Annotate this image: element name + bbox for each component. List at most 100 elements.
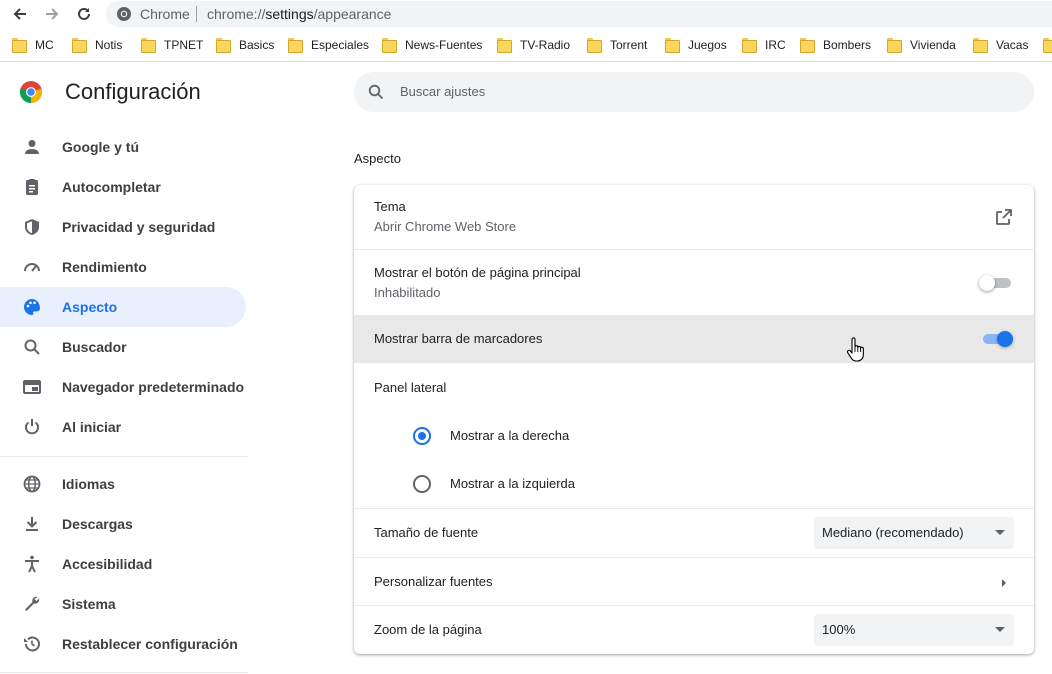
bookmark-label: TPNET bbox=[164, 38, 204, 52]
font-size-title: Tamaño de fuente bbox=[374, 525, 479, 540]
home-button-subtitle: Inhabilitado bbox=[374, 285, 441, 300]
bookmark-folder[interactable]: News-Fuentes bbox=[382, 37, 482, 53]
open-in-new-icon[interactable] bbox=[994, 207, 1014, 227]
accessibility-icon bbox=[25, 555, 39, 573]
bookmark-folder[interactable]: Vivienda bbox=[887, 37, 956, 53]
home-button-row[interactable]: Mostrar el botón de página principal Inh… bbox=[354, 249, 1034, 315]
section-title: Aspecto bbox=[354, 151, 401, 166]
bookmark-label: MC bbox=[35, 38, 54, 52]
bookmarks-bar-toggle[interactable] bbox=[981, 328, 1015, 348]
side-panel-title: Panel lateral bbox=[374, 380, 447, 395]
sidebar-item-downloads[interactable]: Descargas bbox=[0, 504, 246, 544]
page-zoom-row: Zoom de la página 100% bbox=[354, 605, 1034, 654]
reload-icon bbox=[78, 7, 90, 20]
sidebar-item-label: Autocompletar bbox=[62, 179, 161, 195]
bookmark-label: IRC bbox=[765, 38, 786, 52]
forward-button[interactable] bbox=[40, 2, 64, 26]
sidebar-item-label: Buscador bbox=[62, 339, 127, 355]
back-button[interactable] bbox=[8, 2, 32, 26]
dropdown-arrow-icon bbox=[995, 627, 1005, 632]
sidebar-item-label: Al iniciar bbox=[62, 419, 122, 435]
browser-toolbar: Chrome chrome://settings/appearance bbox=[0, 0, 1052, 28]
person-icon bbox=[25, 140, 39, 154]
sidebar-item-languages[interactable]: Idiomas bbox=[0, 464, 246, 504]
search-input-placeholder: Buscar ajustes bbox=[400, 84, 486, 99]
bookmark-folder[interactable]: TPNET bbox=[141, 37, 203, 53]
settings-search[interactable]: Buscar ajustes bbox=[354, 72, 1034, 112]
bookmarks-bar: MC Notis TPNET Basics Especiales News-Fu… bbox=[0, 28, 1052, 62]
folder-icon bbox=[12, 38, 27, 53]
sidebar-item-privacy[interactable]: Privacidad y seguridad bbox=[0, 207, 246, 247]
bookmark-folder[interactable]: Torrent bbox=[587, 37, 647, 53]
bookmark-folder-overflow[interactable] bbox=[1043, 37, 1052, 53]
bookmark-folder[interactable]: TV-Radio bbox=[497, 37, 570, 53]
custom-fonts-title: Personalizar fuentes bbox=[374, 574, 493, 589]
address-bar[interactable]: Chrome chrome://settings/appearance bbox=[106, 1, 1052, 27]
bookmark-label: Bombers bbox=[823, 38, 872, 52]
sidebar-item-label: Accesibilidad bbox=[62, 556, 153, 572]
bookmark-folder[interactable]: Juegos bbox=[665, 37, 727, 53]
sidebar-item-label: Rendimiento bbox=[62, 259, 147, 275]
bookmarks-bar-row[interactable]: Mostrar barra de marcadores bbox=[354, 315, 1034, 363]
bookmark-label: TV-Radio bbox=[520, 38, 571, 52]
radio-right-label[interactable]: Mostrar a la derecha bbox=[450, 428, 569, 443]
palette-icon bbox=[24, 299, 40, 315]
page-zoom-value: 100% bbox=[822, 622, 856, 637]
shield-icon bbox=[25, 219, 39, 235]
bookmark-folder[interactable]: Vacas bbox=[973, 37, 1028, 53]
url-scheme: chrome:// bbox=[207, 6, 266, 22]
bookmark-label: Juegos bbox=[688, 38, 727, 52]
page-zoom-title: Zoom de la página bbox=[374, 622, 482, 637]
bookmark-folder[interactable]: Basics bbox=[216, 37, 274, 53]
custom-fonts-row[interactable]: Personalizar fuentes bbox=[354, 557, 1034, 605]
folder-icon bbox=[742, 38, 757, 53]
sidebar-item-search-engine[interactable]: Buscador bbox=[0, 327, 246, 367]
bookmark-label: Basics bbox=[239, 38, 275, 52]
reload-button[interactable] bbox=[72, 2, 96, 26]
bookmark-folder[interactable]: Especiales bbox=[288, 37, 369, 53]
sidebar-item-google[interactable]: Google y tú bbox=[0, 127, 246, 167]
sidebar-divider bbox=[0, 456, 248, 457]
theme-row[interactable]: Tema Abrir Chrome Web Store bbox=[354, 185, 1034, 249]
wrench-icon bbox=[25, 596, 40, 611]
home-button-title: Mostrar el botón de página principal bbox=[374, 265, 581, 280]
folder-icon bbox=[288, 38, 303, 53]
radio-left-label[interactable]: Mostrar a la izquierda bbox=[450, 476, 575, 491]
sidebar-item-label: Restablecer configuración bbox=[62, 636, 238, 652]
clipboard-icon bbox=[26, 179, 38, 195]
sidebar-item-accessibility[interactable]: Accesibilidad bbox=[0, 544, 246, 584]
bookmark-folder[interactable]: MC bbox=[12, 37, 54, 53]
folder-icon bbox=[587, 38, 602, 53]
folder-icon bbox=[72, 38, 87, 53]
font-size-value: Mediano (recomendado) bbox=[822, 525, 964, 540]
sidebar-item-reset[interactable]: Restablecer configuración bbox=[0, 624, 246, 664]
sidebar-item-appearance[interactable]: Aspecto bbox=[0, 287, 246, 327]
sidebar-item-performance[interactable]: Rendimiento bbox=[0, 247, 246, 287]
sidebar-item-label: Privacidad y seguridad bbox=[62, 219, 216, 235]
hand-cursor-icon bbox=[846, 337, 864, 362]
radio-left[interactable] bbox=[413, 475, 431, 493]
url-path: /appearance bbox=[313, 6, 392, 22]
bookmark-folder[interactable]: Notis bbox=[72, 37, 122, 53]
settings-header: Configuración bbox=[19, 79, 201, 104]
sidebar-item-autofill[interactable]: Autocompletar bbox=[0, 167, 246, 207]
url-text: chrome://settings/appearance bbox=[207, 6, 391, 22]
font-size-select[interactable]: Mediano (recomendado) bbox=[814, 517, 1014, 549]
globe-icon bbox=[23, 475, 41, 493]
bookmark-folder[interactable]: IRC bbox=[742, 37, 786, 53]
sidebar-item-label: Aspecto bbox=[62, 299, 118, 315]
home-button-toggle[interactable] bbox=[979, 272, 1013, 292]
sidebar-item-default-browser[interactable]: Navegador predeterminado bbox=[0, 367, 246, 407]
bookmark-label: Torrent bbox=[610, 38, 648, 52]
sidebar-divider bbox=[0, 672, 248, 673]
bookmark-folder[interactable]: Bombers bbox=[800, 37, 871, 53]
bookmark-label: News-Fuentes bbox=[405, 38, 483, 52]
page-zoom-select[interactable]: 100% bbox=[814, 614, 1014, 646]
folder-icon bbox=[382, 38, 397, 53]
sidebar-item-system[interactable]: Sistema bbox=[0, 584, 246, 624]
site-name: Chrome bbox=[140, 6, 190, 22]
folder-icon bbox=[973, 38, 988, 53]
page-title: Configuración bbox=[65, 79, 201, 104]
sidebar-item-on-startup[interactable]: Al iniciar bbox=[0, 407, 246, 447]
radio-right[interactable] bbox=[413, 427, 431, 445]
